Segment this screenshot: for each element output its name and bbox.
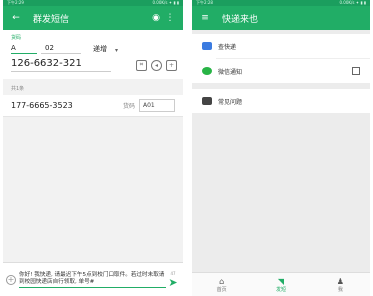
menu-item-track[interactable]: 查快递 xyxy=(192,34,370,58)
wechat-icon xyxy=(202,67,212,75)
menu-item-label: 常见问题 xyxy=(218,98,243,106)
menu-item-label: 微信通知 xyxy=(218,68,243,76)
tab-label: 首页 xyxy=(216,286,227,293)
menu-item-label: 查快递 xyxy=(218,43,237,51)
send-icon[interactable]: ➤ xyxy=(166,276,180,289)
tab-home[interactable]: ⌂ 首页 xyxy=(192,273,251,296)
preview-eye-icon[interactable]: ◉ xyxy=(149,13,163,23)
menu-item-wechat[interactable]: 微信通知 xyxy=(192,59,370,83)
mode-select[interactable]: 递增 xyxy=(93,44,107,54)
status-time: 下午2:28 xyxy=(196,0,213,5)
voice-icon[interactable]: ◂ xyxy=(151,59,162,71)
person-icon: ♟ xyxy=(336,276,344,286)
home-icon: ⌂ xyxy=(219,276,225,286)
item-code-input[interactable]: A01 xyxy=(139,99,175,112)
message-input[interactable]: 你好! 我快递, 请最迟下午5点到校门口取件。若过时未取请到校园快递店自行领取,… xyxy=(19,272,166,288)
bottom-tab-bar: ⌂ 首页 ◥ 发短 ♟ 我 xyxy=(192,272,370,296)
phone-number-input[interactable]: 126-6632-321 xyxy=(11,58,111,72)
compose-form: 货码 A 02 递增 ▾ 126-6632-321 ⌗ ◂ + xyxy=(3,30,183,79)
message-composer: + 你好! 我快递, 请最迟下午5点到校门口取件。若过时未取请到校园快递店自行领… xyxy=(3,262,183,296)
code-start-input[interactable]: 02 xyxy=(41,44,81,54)
menu-item-faq[interactable]: 常见问题 xyxy=(192,89,370,113)
more-menu-icon[interactable]: ⋮ xyxy=(163,13,177,23)
recipient-count: 共1条 xyxy=(11,86,25,92)
tab-label: 发短 xyxy=(275,286,286,293)
right-screen: 下午2:28 0.00K/s ✦ ▮ ▮ ≡ 快递来也 查快递 微信通知 常见问… xyxy=(192,0,370,296)
hamburger-menu-icon[interactable]: ≡ xyxy=(198,13,212,23)
scan-icon[interactable]: ⌗ xyxy=(136,59,147,71)
left-screen: 下午2:29 0.00K/s ✦ ▮ ▮ ← 群发短信 ◉ ⋮ 货码 A 02 … xyxy=(3,0,183,296)
send-sms-icon: ◥ xyxy=(277,276,285,286)
help-book-icon xyxy=(202,97,212,105)
qr-code-icon[interactable] xyxy=(352,67,360,75)
status-time: 下午2:29 xyxy=(7,0,24,5)
add-icon[interactable]: + xyxy=(6,274,16,285)
tab-send-sms[interactable]: ◥ 发短 xyxy=(251,273,310,296)
help-menu: 常见问题 xyxy=(192,89,370,113)
code-label: 货码 xyxy=(11,35,22,41)
tab-me[interactable]: ♟ 我 xyxy=(311,273,370,296)
app-title: 快递来也 xyxy=(222,14,259,25)
main-menu: 查快递 微信通知 xyxy=(192,34,370,83)
recipient-number: 177-6665-3523 xyxy=(11,101,73,110)
app-bar: ≡ 快递来也 xyxy=(192,6,370,30)
tab-label: 我 xyxy=(337,286,343,293)
back-arrow-icon[interactable]: ← xyxy=(9,13,23,23)
item-code-label: 货码 xyxy=(122,103,135,110)
code-prefix-input[interactable]: A xyxy=(11,44,37,54)
truck-icon xyxy=(202,42,212,50)
page-title: 群发短信 xyxy=(33,14,70,25)
status-indicators: 0.00K/s ✦ ▮ ▮ xyxy=(152,0,179,5)
chevron-down-icon[interactable]: ▾ xyxy=(115,47,118,54)
list-item[interactable]: 177-6665-3523 货码 A01 xyxy=(3,95,183,117)
app-bar: ← 群发短信 ◉ ⋮ xyxy=(3,6,183,30)
add-contact-icon[interactable]: + xyxy=(166,59,177,71)
status-indicators: 0.00K/s ✦ ▮ ▮ xyxy=(339,0,366,5)
